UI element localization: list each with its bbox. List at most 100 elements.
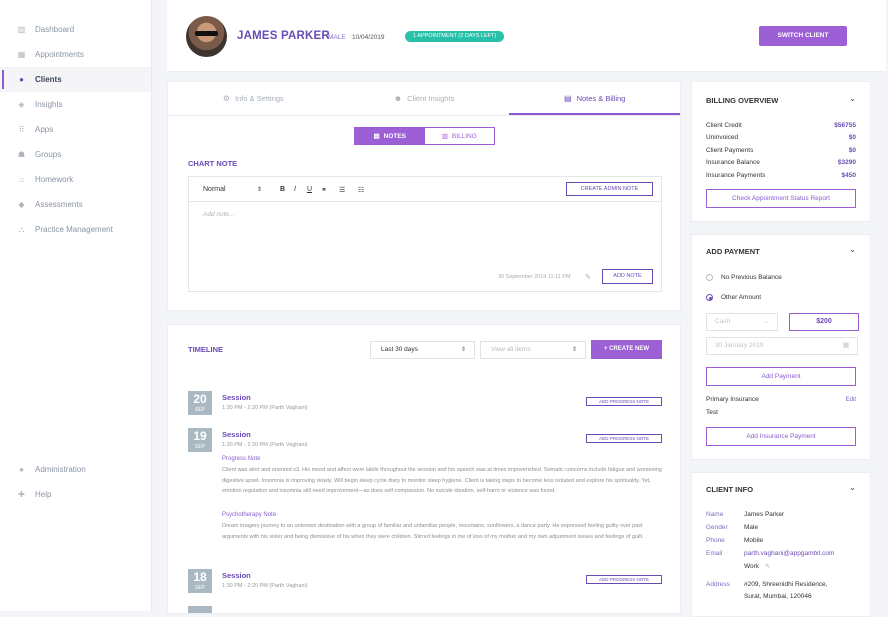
info-phone: Phone Mobile [706,537,764,544]
sidebar-item-dashboard[interactable]: ▥ Dashboard [0,17,151,42]
chevron-down-icon[interactable]: ⌄ [849,94,856,103]
calendar-icon: ▦ [842,342,849,349]
sidebar-item-administration[interactable]: ● Administration [0,457,152,482]
homework-icon: ⌂ [19,175,24,184]
add-payment-title: ADD PAYMENT [706,247,760,256]
chevron-down-icon[interactable]: ⌄ [849,483,856,492]
other-amount-radio[interactable]: Other Amount [706,294,761,301]
sidebar-item-label: Homework [35,175,74,184]
sidebar-item-homework[interactable]: ⌂ Homework [0,167,151,192]
italic-icon[interactable]: I [294,186,296,193]
amount-input[interactable]: $200 [789,313,859,331]
info-gender: Gender Male [706,524,759,531]
timeline-panel: TIMELINE Last 30 days ⇕ View all items ⇕ +… [167,324,681,614]
sidebar-item-appointments[interactable]: ▦ Appointments [0,42,151,67]
add-insurance-payment-button[interactable]: Add Insurance Payment [706,427,856,446]
chevron-down-icon[interactable]: ⌄ [849,245,856,254]
check-appointment-status-button[interactable]: Check Appointment Status Report [706,189,856,208]
tab-info-settings[interactable]: ⚙ Info & Settings [168,82,339,115]
sidebar-item-label: Dashboard [35,25,75,34]
client-info-title: CLIENT INFO [706,485,754,494]
no-previous-balance-radio[interactable]: No Previous Balance [706,274,782,281]
tab-notes-billing[interactable]: ▤ Notes & Billing [509,82,680,115]
sidebar-item-insights[interactable]: ◈ Insights [0,92,151,117]
settings-icon: ⚙ [222,94,231,103]
progress-note-text: Client was alert and oriented x3. His mo… [222,467,662,494]
client-header: JAMES PARKER MALE 10/04/2019 1 APPOINTME… [167,0,886,72]
sidebar-item-practice-management[interactable]: ⛬ Practice Management [0,217,151,242]
chevron-down-icon: ⌄ [763,318,769,325]
sidebar-item-label: Groups [35,150,62,159]
sidebar-item-apps[interactable]: ⠿ Apps [0,117,151,142]
tag-icon: ◆ [18,200,25,209]
payment-method-select[interactable]: Cash ⌄ [706,313,778,331]
chevron-updown-icon: ⇕ [460,347,466,353]
add-note-button[interactable]: ADD NOTE [602,269,653,284]
sidebar-item-assessments[interactable]: ◆ Assessments [0,192,151,217]
underline-icon[interactable]: U [307,186,312,193]
notes-panel: ⚙ Info & Settings ☻ Client Insights ▤ Notes… [167,81,681,311]
insights-icon: ◈ [18,100,25,109]
primary-insurance-label: Primary Insurance [706,396,759,403]
help-icon: ✚ [18,490,25,499]
billing-row: Client Credit $56755 [706,122,856,129]
info-email-type: Work ✎ [744,563,771,570]
sidebar-item-label: Assessments [35,200,83,209]
chart-note-title: CHART NOTE [188,159,238,168]
note-input[interactable]: Add note... [203,211,234,218]
session-time: 1:30 PM - 2:20 PM (Parth Vaghani) [222,405,308,411]
chevron-updown-icon: ⇕ [571,347,577,353]
note-editor: Normal ⇕ B I U ⚭ ☰ ☷ CREATE ADMIN NOTE A… [188,176,662,292]
sidebar-item-label: Practice Management [35,225,113,234]
session-title[interactable]: Session [222,571,251,580]
edit-insurance-link[interactable]: Edit [846,394,856,406]
billing-overview-title: BILLING OVERVIEW [706,96,779,105]
insurance-value: Test [706,409,718,416]
create-new-button[interactable]: + CREATE NEW [591,340,662,359]
sidebar-item-label: Help [35,490,52,499]
session-time: 1:30 PM - 2:20 PM (Parth Vaghani) [222,442,308,448]
sidebar-item-help[interactable]: ✚ Help [0,482,152,507]
bullet-list-icon[interactable]: ☰ [339,186,345,194]
billing-row: Client Payments $0 [706,147,856,154]
add-payment-button[interactable]: Add Payment [706,367,856,386]
add-progress-note-button[interactable]: ADD PROGRESS NOTE [586,397,662,406]
edit-icon[interactable]: ✎ [585,273,591,281]
notes-toggle-button[interactable]: ▤ NOTES [355,128,425,144]
info-address-line2: Surat, Mumbai, 120046 [744,593,812,600]
payment-date-input[interactable]: 30 January 2019 ▦ [706,337,858,355]
switch-client-button[interactable]: SWITCH CLIENT [759,26,847,46]
billing-overview-panel: BILLING OVERVIEW ⌄ Client Credit $56755 U… [691,81,871,222]
add-progress-note-button[interactable]: ADD PROGRESS NOTE [586,434,662,443]
billing-row: Insurance Payments $450 [706,172,856,179]
timeline-title: TIMELINE [188,345,223,354]
calendar-icon: ▦ [17,50,26,59]
filter-select[interactable]: View all items ⇕ [480,341,586,359]
billing-toggle-button[interactable]: ▥ BILLING [425,128,495,144]
sidebar-item-clients[interactable]: ● Clients [0,67,151,92]
sidebar-item-groups[interactable]: ☗ Groups [0,142,151,167]
add-progress-note-button[interactable]: ADD PROGRESS NOTE [586,575,662,584]
session-title[interactable]: Session [222,430,251,439]
edit-icon[interactable]: ✎ [765,563,770,570]
numbered-list-icon[interactable]: ☷ [358,186,364,194]
info-address: Address #209, Shreenidhi Residence, [706,581,828,588]
appointment-badge: 1 APPOINTMENT (2 DAYS LEFT) [405,31,505,42]
notes-icon: ▤ [564,94,572,103]
range-select[interactable]: Last 30 days ⇕ [370,341,475,359]
info-name: Name James Parker [706,511,785,518]
format-select[interactable]: Normal [203,186,226,193]
bold-icon[interactable]: B [280,186,285,193]
note-timestamp: 30 September 2019 11:11 PM [498,274,571,280]
link-icon[interactable]: ⚭ [321,186,327,194]
sidebar-item-label: Insights [35,100,63,109]
format-chevron-icon: ⇕ [257,187,263,193]
session-time: 1:30 PM - 2:20 PM (Parth Vaghani) [222,583,308,589]
org-icon: ⛬ [18,225,25,234]
session-title[interactable]: Session [222,393,251,402]
sidebar-item-label: Apps [35,125,54,134]
tab-client-insights[interactable]: ☻ Client Insights [339,82,510,115]
user-icon: ● [19,75,24,84]
editor-toolbar: Normal ⇕ B I U ⚭ ☰ ☷ CREATE ADMIN NOTE [189,177,661,202]
create-admin-note-button[interactable]: CREATE ADMIN NOTE [566,182,653,196]
